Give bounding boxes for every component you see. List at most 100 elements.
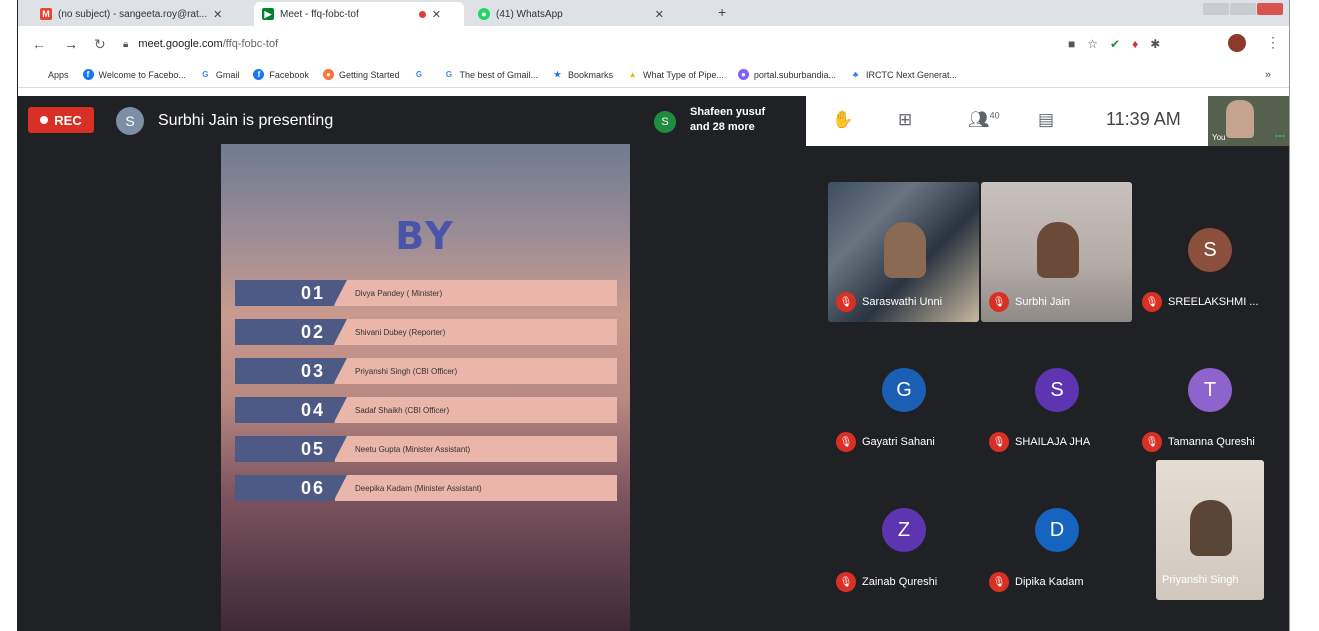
recording-badge: REC bbox=[28, 107, 94, 133]
participant-tile[interactable]: Z 🎙︎ Zainab Qureshi bbox=[828, 462, 979, 602]
pipe-icon: ▲ bbox=[627, 69, 639, 80]
slide-row-number: 06 bbox=[300, 478, 325, 498]
bookmark-item[interactable]: f Welcome to Facebo... bbox=[82, 69, 186, 80]
mic-off-icon: 🎙︎ bbox=[836, 432, 856, 452]
bookmark-label: Getting Started bbox=[338, 69, 400, 80]
participant-tile[interactable]: T 🎙︎ Tamanna Qureshi bbox=[1134, 322, 1285, 462]
avatar: D bbox=[1035, 508, 1079, 552]
close-icon[interactable]: ✕ bbox=[655, 8, 664, 21]
slide-row-number-box: 06 bbox=[235, 475, 347, 501]
address-bar[interactable]: 🔒︎ meet.google.com/ffq-fobc-tof bbox=[123, 33, 1083, 55]
reload-icon[interactable]: ↻ bbox=[94, 36, 106, 53]
participant-name: Gayatri Sahani bbox=[862, 436, 935, 448]
avatar: S bbox=[1035, 368, 1079, 412]
bookmark-item[interactable]: ▲ What Type of Pipe... bbox=[627, 69, 724, 80]
slide-row-number-box: 03 bbox=[235, 358, 347, 384]
participant-tile[interactable]: 🎙︎ Saraswathi Unni bbox=[828, 182, 979, 322]
train-icon: ♣ bbox=[849, 69, 861, 80]
menu-dots-icon[interactable]: ⋮ bbox=[1266, 34, 1280, 51]
bookmark-apps[interactable]: ⋮ Apps bbox=[32, 69, 69, 80]
extension-icon[interactable]: ♦ bbox=[1132, 37, 1150, 51]
forward-arrow-icon[interactable]: → bbox=[64, 36, 78, 52]
minimize-icon[interactable] bbox=[1203, 3, 1229, 15]
slide-row: Shivani Dubey (Reporter) 02 bbox=[235, 319, 617, 345]
facebook-icon: f bbox=[82, 69, 94, 80]
slide-row-text: Sadaf Shaikh (CBI Officer) bbox=[335, 397, 617, 423]
slide-row-number-box: 02 bbox=[235, 319, 347, 345]
tab-label: (41) WhatsApp bbox=[496, 8, 563, 20]
bookmark-label: Apps bbox=[48, 69, 69, 80]
extension-icons[interactable]: ■☆✔♦✱ bbox=[1068, 37, 1172, 51]
meeting-controls: ✋ ⊞ 👥︎40 ▤ 11:39 AM bbox=[806, 96, 1208, 146]
self-view-tile[interactable]: You ⋯ bbox=[1208, 96, 1289, 146]
participant-name-row: 🎙︎Priyanshi Singh bbox=[1156, 570, 1238, 590]
more-options-icon[interactable]: ⋯ bbox=[1275, 131, 1285, 142]
participant-tile[interactable]: 🎙︎ Surbhi Jain bbox=[981, 182, 1132, 322]
slide-row-number: 05 bbox=[300, 439, 325, 459]
participant-video bbox=[884, 222, 926, 278]
raise-hand-icon[interactable]: ✋ bbox=[832, 110, 853, 130]
tab-whatsapp[interactable]: ● (41) WhatsApp ✕ bbox=[470, 2, 710, 26]
slide-heading: BY bbox=[395, 214, 456, 258]
bookmarks-bar: ⋮ Apps f Welcome to Facebo... G Gmail f Face… bbox=[18, 62, 1289, 88]
participant-name: Surbhi Jain bbox=[1015, 296, 1071, 308]
recording-label: REC bbox=[54, 112, 82, 128]
new-tab-button[interactable]: + bbox=[718, 4, 726, 20]
participant-name: Priyanshi Singh bbox=[1162, 574, 1239, 586]
bookmark-item[interactable]: ● portal.suburbandia... bbox=[737, 69, 836, 80]
people-icon[interactable]: 👥︎40 bbox=[968, 110, 1000, 130]
back-arrow-icon[interactable]: ← bbox=[32, 36, 46, 52]
participant-tile[interactable]: G 🎙︎ Gayatri Sahani bbox=[828, 322, 979, 462]
bookmark-label: The best of Gmail... bbox=[459, 69, 539, 80]
participant-name: Dipika Kadam bbox=[1015, 576, 1084, 588]
mic-off-icon: 🎙︎ bbox=[1142, 432, 1162, 452]
captions-icon[interactable]: ⊞ bbox=[898, 110, 912, 130]
participant-tile[interactable]: S 🎙︎ SHAILAJA JHA bbox=[981, 322, 1132, 462]
bookmark-item[interactable]: G The best of Gmail... bbox=[443, 69, 538, 80]
bookmark-label: Gmail bbox=[215, 69, 240, 80]
bookmark-item[interactable]: ♣ IRCTC Next Generat... bbox=[849, 69, 958, 80]
bookmarks-overflow-button[interactable]: » bbox=[1265, 69, 1271, 81]
facebook-icon: f bbox=[253, 69, 265, 80]
bookmark-item[interactable]: ● Getting Started bbox=[322, 69, 400, 80]
slide-row-number: 04 bbox=[300, 400, 325, 420]
check-extension-icon[interactable]: ✔ bbox=[1110, 37, 1132, 51]
bookmark-item[interactable]: G Gmail bbox=[199, 69, 240, 80]
slide-row: Neetu Gupta (Minister Assistant) 05 bbox=[235, 436, 617, 462]
participant-name-row: 🎙︎ Surbhi Jain bbox=[989, 292, 1070, 312]
profile-avatar-icon[interactable] bbox=[1228, 34, 1246, 52]
bookmark-item[interactable]: G bbox=[413, 69, 429, 80]
participants-chip[interactable]: S Shafeen yusuf and 28 more bbox=[648, 101, 808, 143]
meet-icon: ▶ bbox=[262, 8, 274, 20]
participant-name-row: 🎙︎ Tamanna Qureshi bbox=[1142, 432, 1255, 452]
slide-row: Deepika Kadam (Minister Assistant) 06 bbox=[235, 475, 617, 501]
participant-name: Zainab Qureshi bbox=[862, 576, 938, 588]
slide-row: Priyanshi Singh (CBI Officer) 03 bbox=[235, 358, 617, 384]
bookmark-label: IRCTC Next Generat... bbox=[865, 69, 958, 80]
close-icon[interactable]: ✕ bbox=[213, 8, 222, 21]
mic-off-icon: 🎙︎ bbox=[989, 572, 1009, 592]
close-icon[interactable]: ✕ bbox=[432, 8, 441, 21]
url-host: meet.google.com bbox=[138, 38, 223, 50]
bookmark-item[interactable]: f Facebook bbox=[253, 69, 309, 80]
participant-tile[interactable]: S 🎙︎ SREELAKSHMI ... bbox=[1134, 182, 1285, 322]
tab-meet[interactable]: ▶ Meet - ffq-fobc-tof ✕ bbox=[254, 2, 464, 26]
puzzle-icon[interactable]: ✱ bbox=[1150, 37, 1172, 51]
bookmark-item[interactable]: ★ Bookmarks bbox=[552, 69, 613, 80]
tab-gmail[interactable]: M (no subject) - sangeeta.roy@rat... ✕ bbox=[32, 2, 262, 26]
avatar: Z bbox=[882, 508, 926, 552]
maximize-icon[interactable] bbox=[1230, 3, 1256, 15]
participant-count: 40 bbox=[989, 110, 1000, 121]
window-controls bbox=[1203, 2, 1289, 16]
participant-tile[interactable]: 🎙︎Priyanshi Singh bbox=[1156, 460, 1264, 600]
slide-row-number: 01 bbox=[300, 283, 325, 303]
bookmark-label: Facebook bbox=[269, 69, 309, 80]
participant-tile[interactable]: D 🎙︎ Dipika Kadam bbox=[981, 462, 1132, 602]
window-close-icon[interactable] bbox=[1257, 3, 1283, 15]
star-icon[interactable]: ☆ bbox=[1087, 37, 1110, 51]
cast-icon[interactable]: ■ bbox=[1068, 37, 1087, 51]
self-label: You bbox=[1212, 133, 1226, 142]
participant-name-row: 🎙︎ Saraswathi Unni bbox=[836, 292, 942, 312]
participant-name-row: 🎙︎ Gayatri Sahani bbox=[836, 432, 935, 452]
chat-icon[interactable]: ▤ bbox=[1038, 110, 1054, 130]
